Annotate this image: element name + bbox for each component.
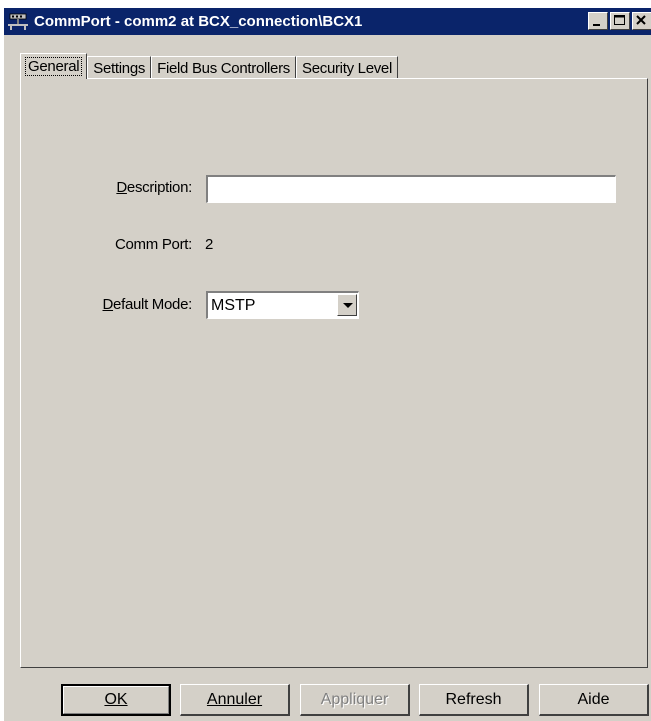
- commport-window: CommPort - comm2 at BCX_connection\BCX1 …: [3, 7, 651, 721]
- default-mode-select[interactable]: MSTP: [206, 291, 359, 319]
- description-field[interactable]: [206, 175, 616, 203]
- chevron-down-icon[interactable]: [337, 294, 357, 316]
- tab-security-level[interactable]: Security Level: [296, 56, 399, 79]
- minimize-icon: [593, 24, 600, 26]
- apply-button[interactable]: Appliquer: [300, 684, 410, 716]
- refresh-button[interactable]: Refresh: [419, 684, 529, 716]
- tab-settings[interactable]: Settings: [87, 56, 152, 79]
- default-mode-value: MSTP: [211, 296, 256, 314]
- description-label-rest: escription:: [126, 179, 192, 196]
- help-button[interactable]: Aide: [539, 684, 649, 716]
- window-title: CommPort - comm2 at BCX_connection\BCX1: [34, 13, 363, 30]
- comm-port-label: Comm Port:: [114, 236, 192, 253]
- minimize-button[interactable]: [588, 12, 608, 30]
- maximize-button[interactable]: [610, 12, 630, 30]
- network-icon[interactable]: [8, 13, 28, 31]
- general-panel: [20, 78, 648, 668]
- tab-field-bus-controllers[interactable]: Field Bus Controllers: [151, 56, 296, 79]
- maximize-icon: [614, 15, 625, 25]
- comm-port-value: 2: [205, 236, 214, 253]
- title-bar[interactable]: CommPort - comm2 at BCX_connection\BCX1: [4, 8, 651, 35]
- tab-strip: General Settings Field Bus Controllers S…: [20, 53, 399, 79]
- close-icon: [636, 15, 646, 25]
- close-button[interactable]: [632, 12, 651, 30]
- default-mode-label: Default Mode:: [102, 296, 193, 313]
- cancel-button[interactable]: Annuler: [180, 684, 290, 716]
- tab-general[interactable]: General: [20, 53, 88, 79]
- description-label: Description:: [116, 179, 192, 196]
- ok-button[interactable]: OK: [61, 684, 171, 716]
